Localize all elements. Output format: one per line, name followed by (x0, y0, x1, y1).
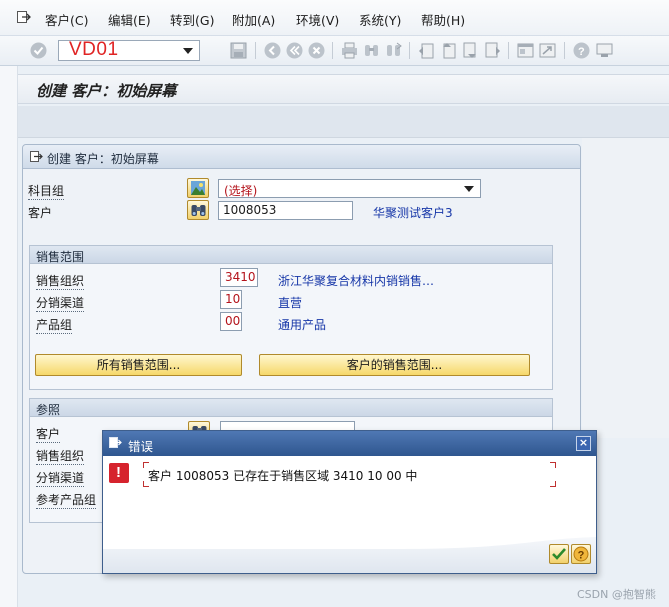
dialog-header: 错误 × (103, 431, 596, 456)
toolbar-separator (255, 42, 256, 59)
dist-channel-description: 直营 (278, 296, 303, 310)
toolbar-separator (409, 42, 410, 59)
sales-area-group: 销售范围 销售组织 3410 浙江华聚复合材料内销销售… 分销渠道 10 直营 … (29, 245, 553, 390)
panel-header: 创建 客户：初始屏幕 (23, 145, 580, 169)
account-group-select[interactable]: (选择) (218, 179, 481, 198)
enter-icon[interactable] (30, 42, 47, 59)
menu-extras[interactable]: 附加(A) (232, 10, 275, 29)
all-sales-areas-button[interactable]: 所有销售范围... (35, 354, 242, 376)
customize-layout-icon[interactable] (596, 42, 613, 59)
menu-exit-icon[interactable] (17, 11, 31, 23)
panel-title: 创建 客户：初始屏幕 (47, 152, 159, 166)
ref-division-label: 参考产品组 (36, 493, 97, 509)
new-session-icon[interactable] (517, 42, 534, 59)
help-button[interactable]: ? (571, 544, 591, 564)
error-message: 客户 1008053 已存在于销售区域 3410 10 00 中 (148, 469, 418, 483)
find-next-icon[interactable] (385, 42, 402, 59)
division-value: 00 (225, 314, 241, 328)
command-field[interactable]: VD01 (58, 39, 200, 61)
help-icon[interactable]: ? (573, 42, 590, 59)
svg-text:?: ? (578, 550, 585, 562)
next-page-icon[interactable] (462, 42, 479, 59)
left-margin (0, 66, 18, 607)
customer-value: 1008053 (223, 203, 277, 217)
screen-title-bar: 创建 客户：初始屏幕 (18, 74, 669, 104)
group-header: 参照 (30, 399, 552, 417)
application-toolbar (18, 106, 669, 138)
sales-org-label: 销售组织 (36, 274, 85, 290)
menu-edit[interactable]: 编辑(E) (108, 10, 151, 29)
watermark: CSDN @抱智熊 (577, 588, 656, 601)
dist-channel-field[interactable]: 10 (220, 290, 242, 309)
command-value: VD01 (69, 39, 119, 60)
group-header: 销售范围 (30, 246, 552, 264)
message-bracket (550, 481, 556, 487)
ref-dist-channel-label: 分销渠道 (36, 471, 85, 487)
save-icon[interactable] (230, 42, 247, 59)
shortcut-icon[interactable] (539, 42, 556, 59)
toolbar-separator (508, 42, 509, 59)
sales-org-value: 3410 (225, 270, 256, 284)
customer-search-button[interactable] (187, 200, 209, 220)
confirm-button[interactable] (549, 544, 569, 564)
toolbar-separator (332, 42, 333, 59)
first-page-icon[interactable] (418, 42, 435, 59)
chevron-down-icon[interactable] (464, 186, 474, 192)
svg-text:?: ? (578, 46, 585, 58)
cancel-icon[interactable] (308, 42, 325, 59)
error-dialog: 错误 × ! 客户 1008053 已存在于销售区域 3410 10 00 中 … (102, 430, 597, 574)
division-label: 产品组 (36, 318, 73, 334)
menu-system[interactable]: 系统(Y) (359, 10, 401, 29)
help-icon: ? (573, 546, 589, 562)
ref-customer-label: 客户 (36, 427, 61, 443)
checkmark-icon (552, 548, 566, 560)
dist-channel-label: 分销渠道 (36, 296, 85, 312)
sales-org-field[interactable]: 3410 (220, 268, 258, 287)
account-group-picker-button[interactable] (187, 178, 209, 198)
background-area (582, 138, 669, 438)
footer-swoosh (103, 535, 596, 549)
menu-customer[interactable]: 客户(C) (45, 10, 88, 29)
toolbar-separator (564, 42, 565, 59)
customer-description: 华聚测试客户3 (373, 206, 453, 220)
screen-title: 创建 客户：初始屏幕 (36, 82, 177, 100)
dialog-title: 错误 (128, 439, 154, 454)
menu-goto[interactable]: 转到(G) (170, 10, 214, 29)
last-page-icon[interactable] (484, 42, 501, 59)
division-description: 通用产品 (278, 318, 327, 332)
account-group-value: (选择) (224, 184, 258, 198)
menu-bar: 客户(C) 编辑(E) 转到(G) 附加(A) 环境(V) 系统(Y) 帮助(H… (0, 0, 669, 36)
dialog-footer (103, 535, 596, 573)
find-icon[interactable] (363, 42, 380, 59)
account-group-label: 科目组 (28, 184, 65, 200)
menu-environment[interactable]: 环境(V) (296, 10, 339, 29)
exit-icon[interactable] (286, 42, 303, 59)
landscape-icon (191, 181, 205, 195)
binoculars-icon (191, 205, 206, 216)
panel-exit-icon (30, 151, 43, 162)
close-icon[interactable]: × (576, 436, 591, 451)
sales-area-title: 销售范围 (36, 250, 85, 264)
customer-field[interactable]: 1008053 (218, 201, 353, 220)
customer-label: 客户 (28, 206, 53, 220)
dialog-exit-icon (109, 437, 122, 448)
dist-channel-value: 10 (225, 292, 241, 306)
print-icon[interactable] (341, 42, 358, 59)
message-bracket (550, 462, 556, 468)
chevron-down-icon[interactable] (183, 48, 193, 54)
system-toolbar: VD01 ? (0, 36, 669, 66)
prev-page-icon[interactable] (440, 42, 457, 59)
division-field[interactable]: 00 (220, 312, 242, 331)
ref-sales-org-label: 销售组织 (36, 449, 85, 465)
menu-help[interactable]: 帮助(H) (421, 10, 465, 29)
reference-title: 参照 (36, 403, 61, 417)
error-icon: ! (109, 463, 129, 483)
sales-org-description: 浙江华聚复合材料内销销售… (278, 274, 435, 288)
customer-sales-areas-button[interactable]: 客户的销售范围... (259, 354, 530, 376)
back-icon[interactable] (264, 42, 281, 59)
